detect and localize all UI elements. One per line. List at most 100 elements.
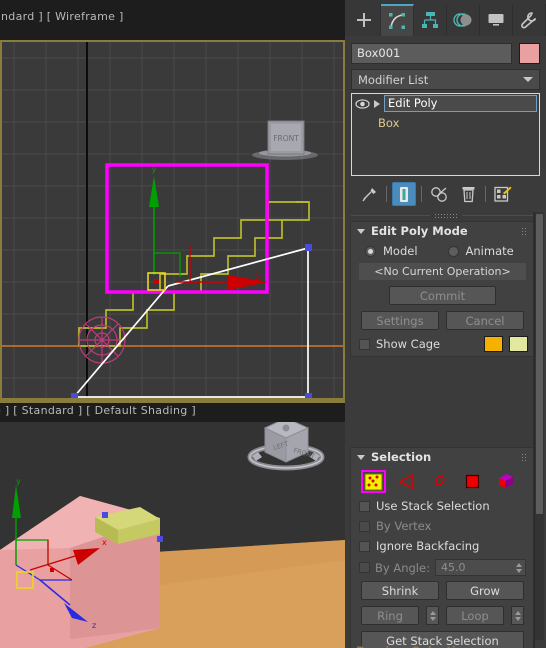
radio-animate[interactable] [447,245,459,257]
spinner-up-icon [429,610,436,615]
pin-stack-icon [361,187,376,201]
loop-spinner[interactable] [511,606,524,625]
motion-circles-icon [453,13,472,27]
radio-model[interactable] [365,245,376,257]
tab-create[interactable] [348,4,381,36]
command-panel-tabs [345,0,546,36]
stack-item-edit-poly[interactable]: Edit Poly [352,94,539,113]
ignore-backfacing-checkbox[interactable] [359,540,370,552]
cage-color-swatch-1[interactable] [484,336,503,352]
tab-modify[interactable] [381,4,414,36]
viewport-bottom-label[interactable]: e ] [ Standard ] [ Default Shading ] [0,404,196,417]
by-angle-checkbox[interactable] [359,562,370,573]
ignore-backfacing-label: Ignore Backfacing [376,539,480,553]
modifier-stack[interactable]: Edit Poly Box [351,93,540,176]
spinner-down-icon [514,616,521,621]
pin-stack-button[interactable] [357,182,381,206]
ring-spinner[interactable] [426,606,439,625]
rollout-header-preview-selection-partial[interactable]: Preview Selection [356,644,472,648]
ring-button[interactable]: Ring [361,606,419,625]
grow-button[interactable]: Grow [446,581,524,600]
use-stack-selection-label: Use Stack Selection [376,499,490,513]
configure-sets-icon [494,186,512,202]
border-subobject-icon [435,474,445,486]
commit-button[interactable]: Commit [389,286,496,305]
collapse-arrow-icon [357,454,365,460]
vertex-subobject-button[interactable] [361,470,386,493]
viewport-bottom-perspective[interactable]: y x z LEFT FRONT [0,400,345,648]
show-end-result-icon [400,186,408,202]
toolbar-separator [386,186,387,202]
object-name-field[interactable]: Box001 [351,42,512,64]
trash-icon [462,186,474,202]
object-color-swatch[interactable] [519,42,540,64]
use-stack-selection-checkbox[interactable] [359,500,370,512]
modifier-list-label: Modifier List [358,72,429,87]
svg-text:x: x [102,538,107,547]
stack-item-box[interactable]: Box [352,113,539,132]
border-subobject-button[interactable] [427,470,452,493]
transform-gizmo-x-axis: x [175,246,268,290]
grip-line-right [461,214,540,216]
current-operation-display: <No Current Operation> [359,263,526,280]
commit-row: Commit [351,284,534,309]
tab-display[interactable] [480,4,513,36]
by-angle-label: By Angle: [375,560,430,575]
mode-radio-group: Model Animate [351,240,534,260]
viewport-top-label[interactable]: andard ] [ Wireframe ] [0,10,124,23]
element-subobject-button[interactable] [493,470,518,493]
command-panel-scrollbar[interactable] [535,212,544,640]
rollout-header-selection[interactable]: Selection [351,448,534,466]
viewport-area: FRONT y x y x z LEFT FRONT andard] [Wi… [0,0,345,648]
modifier-list-dropdown[interactable]: Modifier List [351,69,540,90]
show-cage-checkbox[interactable] [359,338,370,350]
polygon-subobject-button[interactable] [460,470,485,493]
show-end-result-button[interactable] [392,182,416,206]
vertex-subobject-icon [364,473,383,490]
rollout-header-edit-poly-mode[interactable]: Edit Poly Mode [351,222,534,240]
expand-arrow-icon[interactable] [374,99,380,108]
shrink-button[interactable]: Shrink [361,581,439,600]
cage-color-swatch-2[interactable] [509,336,528,352]
configure-sets-button[interactable] [491,182,515,206]
polygon-subobject-icon [465,474,480,489]
by-angle-row: By Angle: 45.0 [351,556,534,579]
rollout-title-text: Edit Poly Mode [371,224,468,238]
by-vertex-label: By Vertex [376,519,432,533]
spinner-up-icon [514,610,521,615]
eye-icon[interactable] [355,98,370,110]
tab-utilities[interactable] [513,4,546,36]
by-angle-spinner[interactable] [516,562,522,573]
tab-motion[interactable] [447,4,480,36]
stack-item-label: Box [378,115,400,130]
cancel-button[interactable]: Cancel [446,311,524,330]
hierarchy-icon [422,12,438,28]
command-panel: Box001 Modifier List Edit Poly Box Edit … [345,0,546,648]
panel-resize-grip[interactable] [351,210,540,220]
radio-animate-label: Animate [465,244,514,258]
delete-modifier-button[interactable] [456,182,480,206]
svg-text:y: y [152,165,157,174]
loop-button[interactable]: Loop [446,606,504,625]
viewport-top-wireframe[interactable]: FRONT y x [0,40,345,400]
tab-hierarchy[interactable] [414,4,447,36]
viewport-top-scene: FRONT y x [71,120,318,400]
rotate-gizmo-icon [78,316,126,364]
settings-button[interactable]: Settings [361,311,439,330]
show-cage-row: Show Cage [351,334,534,356]
shrink-grow-row: Shrink Grow [351,579,534,604]
spinner-down-icon [429,616,436,621]
vertex-handle [157,536,163,542]
view-cube-top-icon: FRONT [252,120,318,160]
use-stack-selection-row: Use Stack Selection [351,496,534,516]
by-vertex-checkbox[interactable] [359,520,370,532]
rollout-grip-icon [521,452,528,462]
scrollbar-thumb[interactable] [536,214,543,514]
grip-dots-icon [433,212,458,218]
svg-text:z: z [92,621,96,630]
make-unique-button[interactable] [427,182,451,206]
toolbar-separator [421,186,422,202]
edge-subobject-button[interactable] [394,470,419,493]
show-cage-label: Show Cage [376,337,441,351]
by-angle-field[interactable]: 45.0 [434,559,526,576]
